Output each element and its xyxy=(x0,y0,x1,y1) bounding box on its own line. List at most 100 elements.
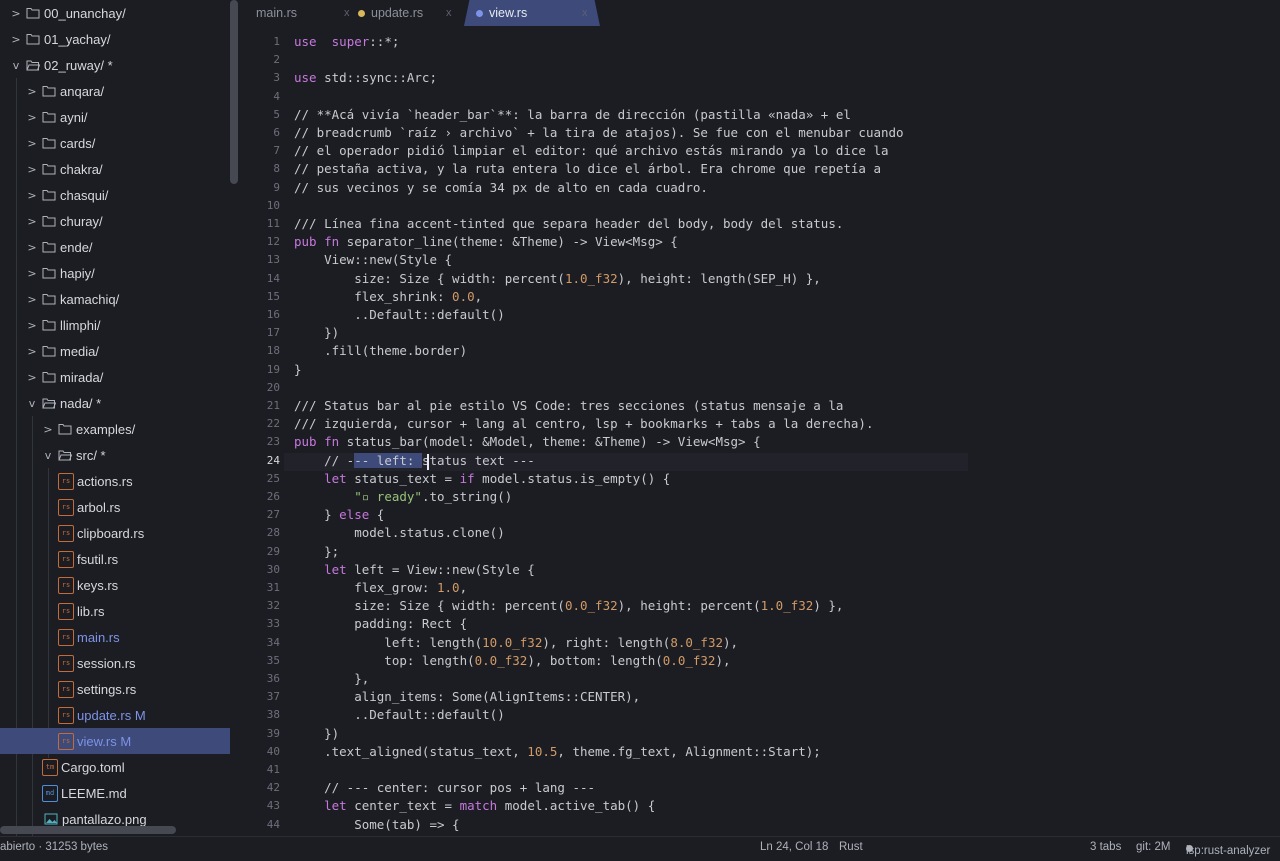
tab-update-rs[interactable]: update.rs x xyxy=(358,0,458,26)
tree-folder-item[interactable]: > llimphi/ xyxy=(0,312,230,338)
code-line[interactable]: 4 xyxy=(240,89,1280,107)
chevron-down-icon[interactable]: v xyxy=(42,449,54,462)
code-line[interactable]: 10 xyxy=(240,198,1280,216)
tree-folder-item[interactable]: > mirada/ xyxy=(0,364,230,390)
tab-view-rs[interactable]: view.rs x xyxy=(464,0,600,26)
code-line[interactable]: 41 xyxy=(240,762,1280,780)
code-line[interactable]: 11 /// Línea fina accent-tinted que separ… xyxy=(240,216,1280,234)
code-line[interactable]: 7 // el operador pidió limpiar el editor:… xyxy=(240,143,1280,161)
code-line[interactable]: 17 }) xyxy=(240,325,1280,343)
language-mode[interactable]: Rust xyxy=(839,841,863,853)
git-status[interactable]: git: 2M xyxy=(1136,841,1171,853)
code-line[interactable]: 21 /// Status bar al pie estilo VS Code: … xyxy=(240,398,1280,416)
cursor-position[interactable]: Ln 24, Col 18 xyxy=(760,841,828,853)
code-line[interactable]: 44 Some(tab) => { xyxy=(240,817,1280,835)
code-editor[interactable]: 1 use super::*; 2 3 use std::sync::Arc; 4 5// … xyxy=(240,30,1280,836)
tree-folder-item[interactable]: v src/ * xyxy=(0,442,230,468)
tab-main-rs[interactable]: main.rs x xyxy=(256,0,352,26)
chevron-right-icon[interactable]: > xyxy=(42,423,54,436)
code-line[interactable]: 13 View::new(Style { xyxy=(240,252,1280,270)
code-line[interactable]: 8 // pestaña activa, y la ruta entera lo … xyxy=(240,161,1280,179)
chevron-right-icon[interactable]: > xyxy=(26,267,38,280)
tab-close-icon[interactable]: x xyxy=(344,7,350,19)
code-line[interactable]: 2 xyxy=(240,52,1280,70)
chevron-right-icon[interactable]: > xyxy=(26,215,38,228)
chevron-right-icon[interactable]: > xyxy=(26,371,38,384)
sidebar-vertical-scrollbar[interactable] xyxy=(230,0,238,184)
code-line[interactable]: 30 let left = View::new(Style { xyxy=(240,562,1280,580)
code-line[interactable]: 25 let status_text = if model.status.is_… xyxy=(240,471,1280,489)
tree-folder-item[interactable]: v 02_ruway/ * xyxy=(0,52,230,78)
chevron-right-icon[interactable]: > xyxy=(26,163,38,176)
code-line[interactable]: 3 use std::sync::Arc; xyxy=(240,70,1280,88)
code-line[interactable]: 19} xyxy=(240,362,1280,380)
chevron-right-icon[interactable]: > xyxy=(10,33,22,46)
code-line[interactable]: 38 ..Default::default() xyxy=(240,707,1280,725)
chevron-right-icon[interactable]: > xyxy=(26,137,38,150)
tab-close-icon[interactable]: x xyxy=(582,7,588,19)
tree-file-item[interactable]: rs fsutil.rs xyxy=(0,546,230,572)
tree-file-item[interactable]: rs view.rs M xyxy=(0,728,230,754)
code-line[interactable]: 14 size: Size { width: percent(1.0_f32),… xyxy=(240,271,1280,289)
tab-close-icon[interactable]: x xyxy=(446,7,452,19)
code-line[interactable]: 24 // --- left: status text --- xyxy=(240,452,1280,471)
code-line[interactable]: 35 top: length(0.0_f32), bottom: length(… xyxy=(240,653,1280,671)
code-line[interactable]: 6 // breadcrumb `raíz › archivo` + la tir… xyxy=(240,125,1280,143)
tree-folder-item[interactable]: > churay/ xyxy=(0,208,230,234)
chevron-right-icon[interactable]: > xyxy=(26,85,38,98)
tree-folder-item[interactable]: v nada/ * xyxy=(0,390,230,416)
code-line[interactable]: 23 pub fn status_bar(model: &Model, theme… xyxy=(240,434,1280,452)
code-line[interactable]: 37 align_items: Some(AlignItems::CENTER)… xyxy=(240,689,1280,707)
tree-folder-item[interactable]: > media/ xyxy=(0,338,230,364)
code-line[interactable]: 34 left: length(10.0_f32), right: length… xyxy=(240,635,1280,653)
code-line[interactable]: 40 .text_aligned(status_text, 10.5, them… xyxy=(240,744,1280,762)
tree-folder-item[interactable]: > ende/ xyxy=(0,234,230,260)
code-line[interactable]: 5 // **Acá vivía `header_bar`**: la barra… xyxy=(240,107,1280,125)
tree-folder-item[interactable]: > anqara/ xyxy=(0,78,230,104)
code-line[interactable]: 16 ..Default::default() xyxy=(240,307,1280,325)
code-line[interactable]: 27 } else { xyxy=(240,507,1280,525)
chevron-right-icon[interactable]: > xyxy=(26,111,38,124)
chevron-right-icon[interactable]: > xyxy=(26,319,38,332)
tree-folder-item[interactable]: > chasqui/ xyxy=(0,182,230,208)
tree-file-item[interactable]: rs keys.rs xyxy=(0,572,230,598)
tree-folder-item[interactable]: > hapiy/ xyxy=(0,260,230,286)
code-line[interactable]: 12 pub fn separator_line(theme: &Theme) -… xyxy=(240,234,1280,252)
code-line[interactable]: 28 model.status.clone() xyxy=(240,525,1280,543)
chevron-right-icon[interactable]: > xyxy=(26,189,38,202)
tree-file-item[interactable]: tm Cargo.toml xyxy=(0,754,230,780)
chevron-down-icon[interactable]: v xyxy=(26,397,38,410)
code-line[interactable]: 31 flex_grow: 1.0, xyxy=(240,580,1280,598)
tree-file-item[interactable]: rs lib.rs xyxy=(0,598,230,624)
tree-file-item[interactable]: md LEEME.md xyxy=(0,780,230,806)
code-line[interactable]: 36 }, xyxy=(240,671,1280,689)
code-line[interactable]: 20 xyxy=(240,380,1280,398)
code-line[interactable]: 29 }; xyxy=(240,544,1280,562)
code-line[interactable]: 22 /// izquierda, cursor + lang al centro… xyxy=(240,416,1280,434)
tree-folder-item[interactable]: >00_unanchay/ xyxy=(0,0,230,26)
code-line[interactable]: 43 let center_text = match model.active_… xyxy=(240,798,1280,816)
code-line[interactable]: 32 size: Size { width: percent(0.0_f32),… xyxy=(240,598,1280,616)
code-line[interactable]: 9 // sus vecinos y se comía 34 px de alto… xyxy=(240,180,1280,198)
code-line[interactable]: 18 .fill(theme.border) xyxy=(240,343,1280,361)
tree-folder-item[interactable]: > kamachiq/ xyxy=(0,286,230,312)
code-line[interactable]: 42 // --- center: cursor pos + lang --- xyxy=(240,780,1280,798)
chevron-right-icon[interactable]: > xyxy=(26,345,38,358)
code-line[interactable]: 33 padding: Rect { xyxy=(240,616,1280,634)
tree-folder-item[interactable]: > chakra/ xyxy=(0,156,230,182)
tree-folder-item[interactable]: > ayni/ xyxy=(0,104,230,130)
code-line[interactable]: 39 }) xyxy=(240,726,1280,744)
code-line[interactable]: 26 "▫ ready".to_string() xyxy=(240,489,1280,507)
tree-folder-item[interactable]: > examples/ xyxy=(0,416,230,442)
chevron-right-icon[interactable]: > xyxy=(10,7,22,20)
chevron-right-icon[interactable]: > xyxy=(26,241,38,254)
tree-file-item[interactable]: rs arbol.rs xyxy=(0,494,230,520)
sidebar-horizontal-scrollbar[interactable] xyxy=(0,826,176,834)
code-line[interactable]: 15 flex_shrink: 0.0, xyxy=(240,289,1280,307)
tree-file-item[interactable]: rs session.rs xyxy=(0,650,230,676)
tree-file-item[interactable]: rs actions.rs xyxy=(0,468,230,494)
chevron-down-icon[interactable]: v xyxy=(10,59,22,72)
chevron-right-icon[interactable]: > xyxy=(26,293,38,306)
tree-folder-item[interactable]: > cards/ xyxy=(0,130,230,156)
tree-file-item[interactable]: rs clipboard.rs xyxy=(0,520,230,546)
